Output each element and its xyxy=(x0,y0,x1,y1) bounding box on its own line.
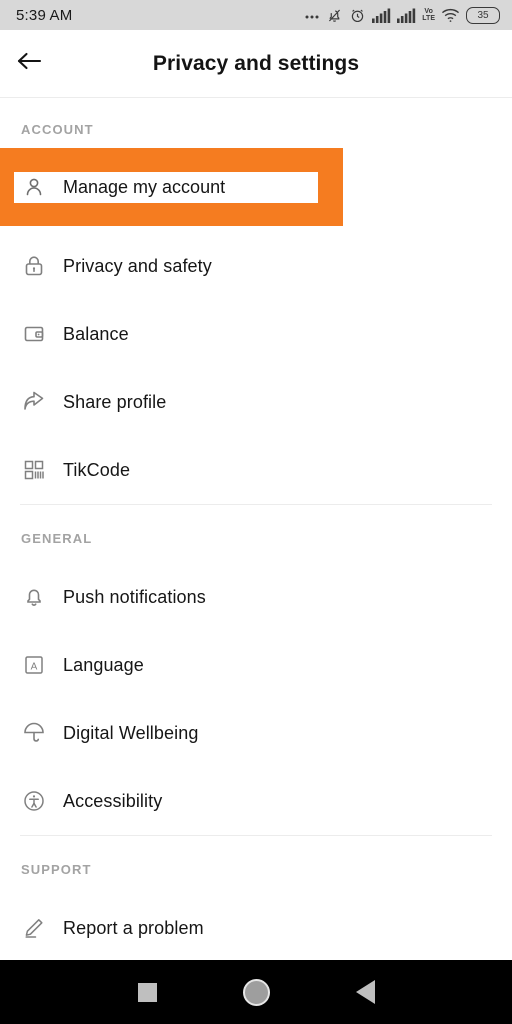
settings-row-balance[interactable]: Balance xyxy=(0,300,512,368)
settings-row-privacy-and-safety[interactable]: Privacy and safety xyxy=(0,232,512,300)
volte-icon: Vo LTE xyxy=(422,8,435,23)
page-header: Privacy and settings xyxy=(0,30,512,97)
settings-list: ACCOUNT Privacy and safety Balance Share… xyxy=(0,98,512,962)
letter-a-box-icon: A xyxy=(21,652,47,678)
settings-row-label: Push notifications xyxy=(63,586,206,607)
settings-row-push-notifications[interactable]: Push notifications xyxy=(0,563,512,631)
accessibility-icon xyxy=(21,788,47,814)
share-arrow-icon xyxy=(21,389,47,415)
svg-text:A: A xyxy=(31,662,38,673)
settings-row-label: TikCode xyxy=(63,459,131,480)
android-navigation-bar xyxy=(0,960,512,1024)
page-title: Privacy and settings xyxy=(152,51,360,75)
settings-row-label: Balance xyxy=(63,323,129,344)
section-divider xyxy=(20,835,492,836)
settings-row-tikcode[interactable]: TikCode xyxy=(0,436,512,504)
settings-row-label: Report a problem xyxy=(63,917,204,938)
section-label-general: GENERAL xyxy=(21,531,93,546)
umbrella-icon xyxy=(21,720,47,746)
settings-row-manage-my-account[interactable]: Manage my account xyxy=(0,148,343,226)
section-divider xyxy=(20,504,492,505)
settings-row-digital-wellbeing[interactable]: Digital Wellbeing xyxy=(0,699,512,767)
wallet-icon xyxy=(21,321,47,347)
ellipsis-icon xyxy=(304,7,320,23)
settings-row-language[interactable]: A Language xyxy=(0,631,512,699)
signal-bars-icon xyxy=(372,8,391,23)
recents-square-icon[interactable] xyxy=(137,982,157,1002)
section-label-support: SUPPORT xyxy=(21,862,92,877)
bell-icon xyxy=(21,584,47,610)
qr-code-icon xyxy=(21,457,47,483)
battery-level: 35 xyxy=(477,9,489,21)
settings-row-accessibility[interactable]: Accessibility xyxy=(0,767,512,835)
lock-icon xyxy=(21,253,47,279)
status-icon-group: Vo LTE 35 xyxy=(304,6,500,24)
person-icon xyxy=(21,174,47,200)
signal-bars-icon xyxy=(397,8,416,23)
volte-line2: LTE xyxy=(422,15,435,22)
settings-row-report-a-problem[interactable]: Report a problem xyxy=(0,894,512,962)
wifi-icon xyxy=(441,7,460,23)
back-arrow-icon xyxy=(14,49,44,78)
settings-row-label: Language xyxy=(63,654,144,675)
status-time: 5:39 AM xyxy=(16,6,73,24)
pencil-icon xyxy=(21,915,47,941)
battery-icon: 35 xyxy=(466,6,500,24)
back-button[interactable] xyxy=(0,49,58,78)
home-circle-icon[interactable] xyxy=(242,978,270,1006)
back-triangle-icon[interactable] xyxy=(355,980,375,1004)
volte-line1: Vo xyxy=(424,7,433,15)
settings-row-label: Digital Wellbeing xyxy=(63,722,199,743)
settings-row-label: Manage my account xyxy=(63,176,226,197)
settings-row-label: Privacy and safety xyxy=(63,255,212,276)
status-bar: 5:39 AM Vo LTE 35 xyxy=(0,0,512,30)
settings-row-share-profile[interactable]: Share profile xyxy=(0,368,512,436)
settings-row-label: Accessibility xyxy=(63,790,163,811)
settings-row-label: Share profile xyxy=(63,391,167,412)
bell-muted-icon xyxy=(326,7,343,24)
phone-screen: 5:39 AM Vo LTE 35 Privacy and settings A… xyxy=(0,0,512,1024)
alarm-clock-icon xyxy=(349,7,366,24)
section-label-account: ACCOUNT xyxy=(21,122,94,137)
